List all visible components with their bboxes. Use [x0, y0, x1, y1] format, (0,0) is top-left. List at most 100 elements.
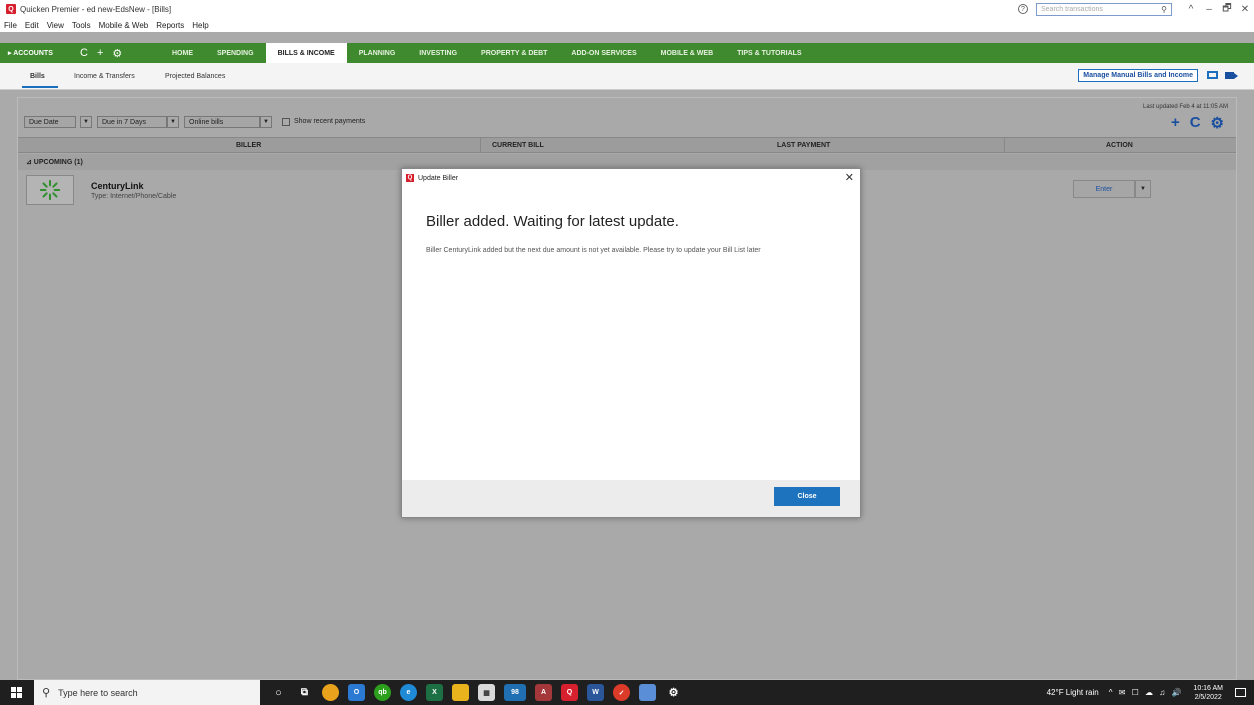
- minimize-button[interactable]: –: [1200, 4, 1218, 15]
- range-dropdown[interactable]: Due in 7 Days: [97, 116, 167, 128]
- chrome-icon[interactable]: [322, 684, 339, 701]
- subtab-bills[interactable]: Bills: [30, 73, 45, 80]
- video-icon[interactable]: [1225, 72, 1238, 79]
- outlook-icon[interactable]: O: [348, 684, 365, 701]
- clock-time: 10:16 AM: [1193, 684, 1223, 692]
- windows-start-icon[interactable]: [11, 687, 22, 698]
- monitor-icon[interactable]: [1207, 71, 1218, 79]
- tab-tips-tutorials[interactable]: TIPS & TUTORIALS: [725, 43, 813, 63]
- title-bar-controls: ? Search transactions ⚲ ^ – 🗗 ✕: [1018, 0, 1254, 18]
- mail-icon[interactable]: 98: [504, 684, 526, 701]
- header-divider: [480, 138, 481, 153]
- weather-widget[interactable]: 42°F Light rain: [1047, 688, 1099, 697]
- menu-tools[interactable]: Tools: [72, 21, 91, 30]
- header-biller[interactable]: BILLER: [236, 142, 261, 149]
- main-nav: ▸ ACCOUNTS C + ⚙ HOME SPENDING BILLS & I…: [0, 43, 1254, 63]
- cortana-icon[interactable]: ○: [270, 684, 287, 701]
- settings-icon[interactable]: ⚙: [665, 684, 682, 701]
- biller-name[interactable]: CenturyLink: [91, 181, 144, 191]
- active-tab-indicator: [22, 86, 58, 88]
- excel-icon[interactable]: X: [426, 684, 443, 701]
- taskbar-search[interactable]: ⚲ Type here to search: [34, 680, 260, 705]
- add-icon[interactable]: +: [97, 47, 103, 60]
- menu-file[interactable]: File: [4, 21, 17, 30]
- close-button[interactable]: Close: [774, 487, 840, 506]
- quickbooks-icon[interactable]: qb: [374, 684, 391, 701]
- search-icon[interactable]: ⚲: [1161, 5, 1167, 14]
- calendar-icon[interactable]: ▦: [478, 684, 495, 701]
- menu-view[interactable]: View: [47, 21, 64, 30]
- enter-bill-button[interactable]: Enter: [1073, 180, 1135, 198]
- mail-badge: 98: [511, 689, 519, 696]
- file-explorer-icon[interactable]: [452, 684, 469, 701]
- quicken-logo-icon: Q: [6, 4, 16, 14]
- clock-date: 2/5/2022: [1194, 693, 1222, 701]
- centurylink-logo-icon: [39, 179, 61, 201]
- taskbar-apps: ○ ⧉ O qb e X ▦ 98 A Q W ✓ ⚙: [270, 684, 682, 701]
- quicken-logo-icon: Q: [406, 174, 414, 182]
- tab-planning[interactable]: PLANNING: [347, 43, 408, 63]
- manage-manual-bills-button[interactable]: Manage Manual Bills and Income: [1078, 69, 1198, 82]
- tab-spending[interactable]: SPENDING: [205, 43, 266, 63]
- search-transactions-input[interactable]: Search transactions ⚲: [1036, 2, 1172, 16]
- add-biller-icon[interactable]: +: [1171, 114, 1180, 132]
- access-icon[interactable]: A: [535, 684, 552, 701]
- menu-mobile-web[interactable]: Mobile & Web: [99, 21, 149, 30]
- app-icon[interactable]: [639, 684, 656, 701]
- table-header: BILLER CURRENT BILL LAST PAYMENT ACTION: [18, 137, 1236, 153]
- last-updated-text: Last updated Feb 4 at 11:05 AM: [1143, 104, 1228, 110]
- word-icon[interactable]: W: [587, 684, 604, 701]
- edge-icon[interactable]: e: [400, 684, 417, 701]
- tab-investing[interactable]: INVESTING: [407, 43, 469, 63]
- sort-dropdown-arrow-icon[interactable]: ▼: [80, 116, 92, 128]
- sub-tabs: Bills Income & Transfers Projected Balan…: [0, 63, 1254, 90]
- close-window-button[interactable]: ✕: [1236, 4, 1254, 15]
- menu-reports[interactable]: Reports: [156, 21, 184, 30]
- gear-icon[interactable]: ⚙: [112, 47, 122, 60]
- taskbar-search-placeholder: Type here to search: [58, 687, 138, 698]
- header-last-payment[interactable]: LAST PAYMENT: [777, 142, 830, 149]
- menu-edit[interactable]: Edit: [25, 21, 39, 30]
- header-action[interactable]: ACTION: [1106, 142, 1133, 149]
- subtab-projected-balances[interactable]: Projected Balances: [165, 73, 225, 80]
- sort-dropdown[interactable]: Due Date: [24, 116, 76, 128]
- tab-bills-income[interactable]: BILLS & INCOME: [265, 43, 347, 63]
- refresh-bills-icon[interactable]: C: [1190, 114, 1201, 132]
- tray-icons[interactable]: ^ ✉ ☐ ☁ ♫ 🔊: [1109, 688, 1184, 697]
- menu-bar: File Edit View Tools Mobile & Web Report…: [0, 18, 1254, 32]
- clock[interactable]: 10:16 AM 2/5/2022: [1193, 684, 1223, 702]
- dialog-close-icon[interactable]: ✕: [845, 171, 854, 184]
- type-dropdown[interactable]: Online bills: [184, 116, 260, 128]
- enter-options-arrow-icon[interactable]: ▼: [1135, 180, 1151, 198]
- restore-button[interactable]: 🗗: [1218, 1, 1236, 18]
- header-current-bill[interactable]: CURRENT BILL: [492, 142, 544, 149]
- quicken-taskbar-icon[interactable]: Q: [561, 684, 578, 701]
- list-tools: + C ⚙: [1171, 114, 1224, 132]
- menu-help[interactable]: Help: [192, 21, 208, 30]
- type-dropdown-arrow-icon[interactable]: ▼: [260, 116, 272, 128]
- biller-type: Type: Internet/Phone/Cable: [91, 193, 177, 200]
- help-icon[interactable]: ?: [1018, 4, 1028, 14]
- settings-gear-icon[interactable]: ⚙: [1211, 114, 1224, 132]
- task-view-icon[interactable]: ⧉: [296, 684, 313, 701]
- tab-mobile-web[interactable]: MOBILE & WEB: [649, 43, 726, 63]
- header-divider: [1004, 138, 1005, 153]
- centurylink-logo: [26, 175, 74, 205]
- dialog-title: Update Biller: [418, 174, 459, 182]
- todo-check-icon[interactable]: ✓: [613, 684, 630, 701]
- search-icon: ⚲: [42, 687, 51, 699]
- tab-add-on-services[interactable]: ADD-ON SERVICES: [559, 43, 648, 63]
- window-title: Quicken Premier - ed new-EdsNew - [Bills…: [20, 4, 172, 14]
- show-recent-checkbox[interactable]: [282, 118, 290, 126]
- range-dropdown-arrow-icon[interactable]: ▼: [167, 116, 179, 128]
- nav-tools: C + ⚙: [80, 47, 160, 60]
- tab-property-debt[interactable]: PROPERTY & DEBT: [469, 43, 559, 63]
- subtab-income-transfers[interactable]: Income & Transfers: [74, 73, 135, 80]
- collapse-button[interactable]: ^: [1182, 4, 1200, 15]
- system-tray: 42°F Light rain ^ ✉ ☐ ☁ ♫ 🔊 10:16 AM 2/5…: [1047, 680, 1246, 705]
- refresh-icon[interactable]: C: [80, 47, 88, 60]
- notification-icon[interactable]: [1235, 688, 1246, 697]
- windows-taskbar: ⚲ Type here to search ○ ⧉ O qb e X ▦ 98 …: [0, 680, 1254, 705]
- tab-home[interactable]: HOME: [160, 43, 205, 63]
- accounts-toggle[interactable]: ▸ ACCOUNTS: [0, 49, 80, 57]
